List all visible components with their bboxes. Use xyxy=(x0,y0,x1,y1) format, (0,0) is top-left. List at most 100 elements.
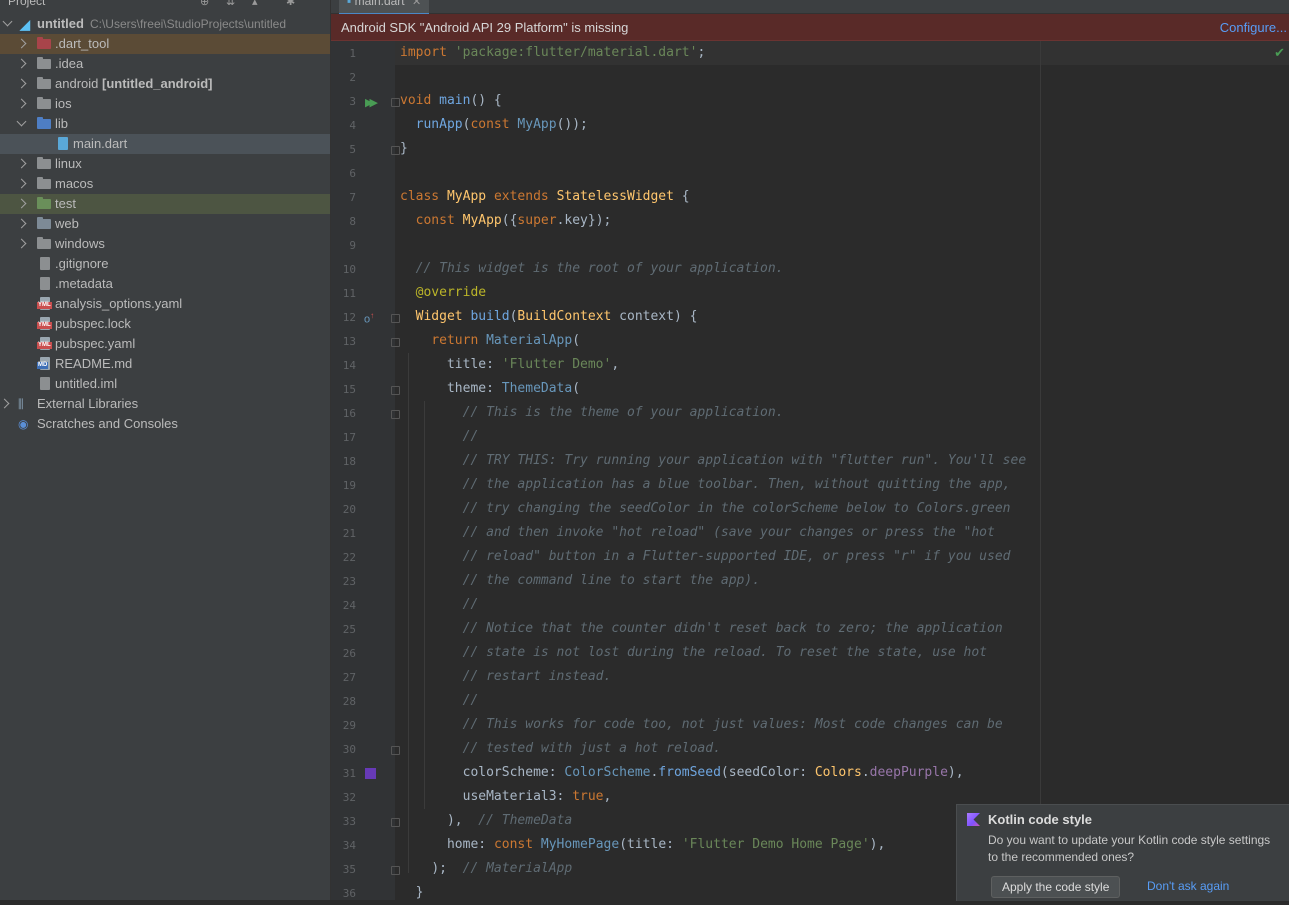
fold-marker-icon[interactable] xyxy=(391,410,400,419)
tree-item-macos[interactable]: macos xyxy=(0,174,330,194)
tree-item-dart-tool[interactable]: .dart_tool xyxy=(0,34,330,54)
tree-item-readme[interactable]: MD README.md xyxy=(0,354,330,374)
fold-marker-icon[interactable] xyxy=(391,818,400,827)
code-line-2: 2 xyxy=(331,65,1289,89)
tree-item-test[interactable]: test xyxy=(0,194,330,214)
line-number: 5 xyxy=(349,143,356,156)
tree-item-pubspec-lock[interactable]: YML pubspec.lock xyxy=(0,314,330,334)
tree-item-label: External Libraries xyxy=(37,396,139,411)
line-number: 11 xyxy=(342,287,356,300)
tree-item-android[interactable]: android [untitled_android] xyxy=(0,74,330,94)
dont-ask-again-link[interactable]: Don't ask again xyxy=(1147,879,1229,893)
tree-item-linux[interactable]: linux xyxy=(0,154,330,174)
code-text: ); // MaterialApp xyxy=(431,861,573,876)
code-line-19: 19 // the application has a blue toolbar… xyxy=(331,473,1289,497)
close-icon[interactable]: ✕ xyxy=(412,0,421,8)
fold-marker-icon[interactable] xyxy=(391,386,400,395)
apply-code-style-button[interactable]: Apply the code style xyxy=(991,876,1121,898)
line-number: 24 xyxy=(342,599,356,612)
tree-item-main-dart[interactable]: main.dart xyxy=(0,134,330,154)
code-line-5: 5 } xyxy=(331,137,1289,161)
test-folder-icon xyxy=(37,197,51,209)
chevron-right-icon[interactable] xyxy=(16,238,27,249)
code-text: // the application has a blue toolbar. T… xyxy=(462,477,1011,492)
color-swatch-icon[interactable] xyxy=(365,768,376,779)
override-gutter-icon[interactable]: o↑ xyxy=(364,311,374,326)
code-text: } xyxy=(415,885,424,900)
code-line-25: 25 // Notice that the counter didn't res… xyxy=(331,617,1289,641)
module-name: [untitled_android] xyxy=(102,76,213,91)
chevron-right-icon[interactable] xyxy=(16,178,27,189)
code-line-13: 13 return MaterialApp( xyxy=(331,329,1289,353)
line-number: 23 xyxy=(342,575,356,588)
tree-item-label: .metadata xyxy=(55,276,113,291)
tree-item-lib[interactable]: lib xyxy=(0,114,330,134)
fold-marker-icon[interactable] xyxy=(391,98,400,107)
chevron-right-icon[interactable] xyxy=(16,218,27,229)
locate-icon[interactable]: ⊕ xyxy=(200,0,209,8)
tree-item-ios[interactable]: ios xyxy=(0,94,330,114)
root-project-path: C:\Users\freei\StudioProjects\untitled xyxy=(89,17,287,31)
tree-item-windows[interactable]: windows xyxy=(0,234,330,254)
line-number: 18 xyxy=(342,455,356,468)
folder-icon xyxy=(37,177,51,189)
chevron-right-icon[interactable] xyxy=(16,198,27,209)
tree-item-label: .idea xyxy=(55,56,84,71)
code-line-15: 15 theme: ThemeData( xyxy=(331,377,1289,401)
chevron-right-icon[interactable] xyxy=(16,78,27,89)
code-line-23: 23 // the command line to start the app)… xyxy=(331,569,1289,593)
fold-marker-icon[interactable] xyxy=(391,746,400,755)
line-number: 15 xyxy=(342,383,356,396)
tree-item-label: test xyxy=(55,196,76,211)
source-folder-icon xyxy=(37,117,51,129)
gear-icon[interactable]: ✱ xyxy=(286,0,295,8)
code-text: void main() { xyxy=(400,93,502,108)
code-text: runApp(const MyApp()); xyxy=(415,117,588,132)
chevron-right-icon[interactable] xyxy=(16,98,27,109)
tree-root-untitled[interactable]: ◢ untitled C:\Users\freei\StudioProjects\… xyxy=(0,14,330,34)
fold-marker-icon[interactable] xyxy=(391,146,400,155)
fold-marker-icon[interactable] xyxy=(391,866,400,875)
project-panel-title[interactable]: Project xyxy=(8,0,45,8)
run-gutter-icon[interactable]: ▶▶ xyxy=(365,96,378,109)
tree-item-metadata[interactable]: .metadata xyxy=(0,274,330,294)
line-number: 25 xyxy=(342,623,356,636)
tree-item-label: linux xyxy=(55,156,82,171)
code-editor[interactable]: ✔ 1 import 'package:flutter/material.dar… xyxy=(331,41,1289,900)
expand-icon[interactable]: ▴ xyxy=(252,0,258,8)
tree-item-gitignore[interactable]: .gitignore xyxy=(0,254,330,274)
line-number: 6 xyxy=(349,167,356,180)
tree-item-pubspec-yaml[interactable]: YML pubspec.yaml xyxy=(0,334,330,354)
code-text: // This is the theme of your application… xyxy=(462,405,784,420)
code-line-24: 24 // xyxy=(331,593,1289,617)
tree-item-untitled-iml[interactable]: untitled.iml xyxy=(0,374,330,394)
configure-link[interactable]: Configure... xyxy=(1220,20,1287,35)
chevron-down-icon[interactable] xyxy=(2,16,13,27)
tree-item-idea[interactable]: .idea xyxy=(0,54,330,74)
tree-item-label: windows xyxy=(55,236,105,251)
chevron-right-icon[interactable] xyxy=(16,158,27,169)
collapse-all-icon[interactable]: ⇊ xyxy=(226,0,235,8)
tree-item-analysis-options[interactable]: YML analysis_options.yaml xyxy=(0,294,330,314)
tree-item-web[interactable]: web xyxy=(0,214,330,234)
tree-item-scratches[interactable]: ◉ Scratches and Consoles xyxy=(0,414,330,434)
chevron-down-icon[interactable] xyxy=(16,116,27,127)
chevron-right-icon[interactable] xyxy=(0,398,10,409)
code-text: colorScheme: ColorScheme.fromSeed(seedCo… xyxy=(462,765,964,780)
tree-item-label: main.dart xyxy=(73,136,128,151)
code-text: import 'package:flutter/material.dart'; xyxy=(400,45,706,60)
code-line-17: 17 // xyxy=(331,425,1289,449)
fold-marker-icon[interactable] xyxy=(391,314,400,323)
editor-tab-bar: ▪ main.dart ✕ xyxy=(331,0,1289,16)
chevron-right-icon[interactable] xyxy=(16,58,27,69)
dart-file-icon: ▪ xyxy=(347,0,352,8)
code-text: // This widget is the root of your appli… xyxy=(415,261,784,276)
tree-item-external-libraries[interactable]: ⫼ External Libraries xyxy=(0,394,330,414)
notification-body: Do you want to update your Kotlin code s… xyxy=(988,833,1271,864)
fold-marker-icon[interactable] xyxy=(391,338,400,347)
tree-item-label: Scratches and Consoles xyxy=(37,416,178,431)
code-line-3: 3 ▶▶ void main() { xyxy=(331,89,1289,113)
code-text: // xyxy=(462,429,479,444)
chevron-right-icon[interactable] xyxy=(16,38,27,49)
web-folder-icon xyxy=(37,217,51,229)
